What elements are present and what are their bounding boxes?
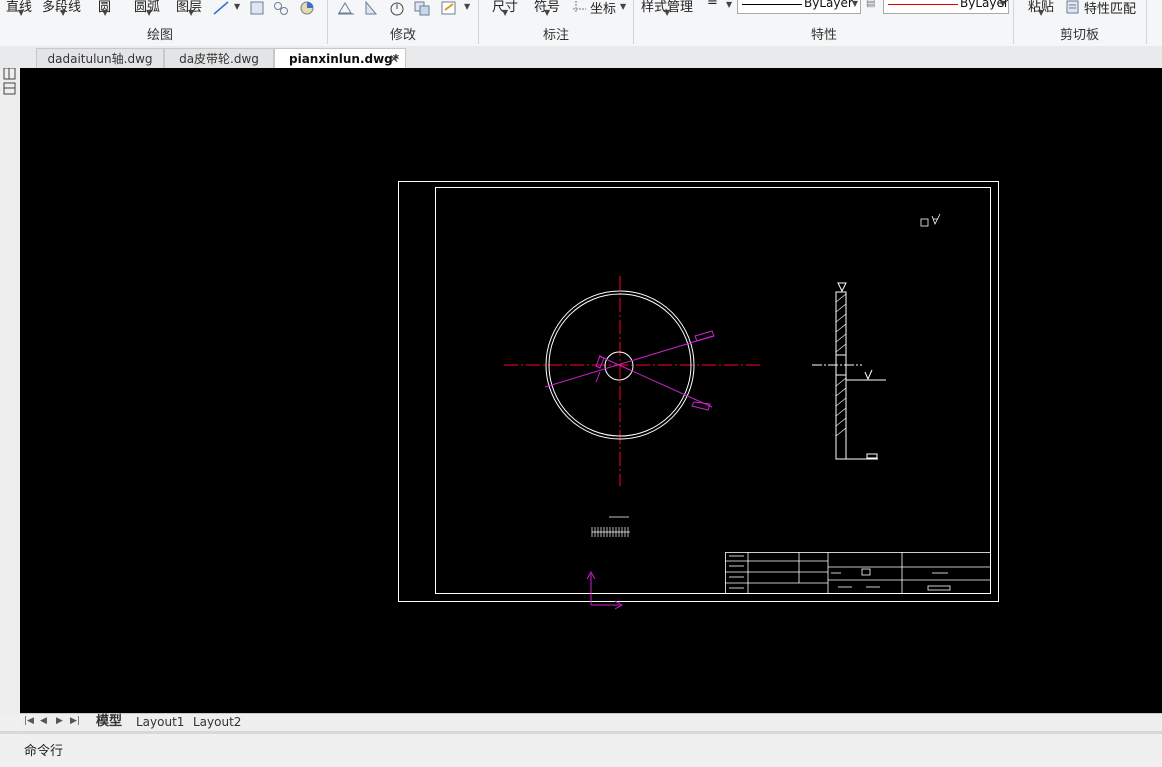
tab-model[interactable]: 模型 <box>96 714 122 731</box>
first-layout-icon[interactable]: |◀ <box>24 716 34 726</box>
color-dropdown[interactable]: ByLayer ▼ <box>883 0 1009 14</box>
tab-pianxinlun[interactable]: pianxinlun.dwg* ✕ <box>274 48 406 68</box>
chevron-down-icon[interactable]: ▼ <box>726 0 732 9</box>
tab-layout1[interactable]: Layout1 <box>136 714 184 731</box>
stretch-icon[interactable] <box>337 0 355 16</box>
copy-icon[interactable] <box>413 0 431 16</box>
tab-da-pidailun[interactable]: da皮带轮.dwg <box>164 48 274 68</box>
group-label-clipboard: 剪切板 <box>1060 28 1100 43</box>
outer-frame <box>398 181 999 602</box>
prev-layout-icon[interactable]: ◀ <box>40 716 47 726</box>
chevron-down-icon[interactable]: ▼ <box>464 2 470 11</box>
chevron-down-icon[interactable]: ▼ <box>188 8 194 17</box>
inner-frame <box>435 187 991 594</box>
hatch-icon[interactable] <box>272 0 290 16</box>
chevron-down-icon[interactable]: ▼ <box>102 8 108 17</box>
coordinate-icon[interactable] <box>572 0 590 15</box>
ucs-icon <box>586 570 624 610</box>
tab-dadaitulun[interactable]: dadaitulun轴.dwg <box>36 48 164 68</box>
match-properties-button[interactable]: 特性匹配 <box>1084 0 1136 17</box>
chevron-down-icon[interactable]: ▼ <box>620 2 626 11</box>
chevron-down-icon[interactable]: ▼ <box>664 8 670 17</box>
tab-label: dadaitulun轴.dwg <box>47 52 153 66</box>
chevron-down-icon[interactable]: ▼ <box>502 8 508 17</box>
technical-notes <box>591 516 630 537</box>
chevron-down-icon[interactable]: ▼ <box>18 8 24 17</box>
chevron-down-icon: ▼ <box>851 0 858 8</box>
close-icon[interactable]: ✕ <box>389 49 399 69</box>
color-icon: ▤ <box>866 0 876 9</box>
region-icon[interactable] <box>298 0 316 16</box>
layout-tabs: |◀ ◀ ▶ ▶| 模型 Layout1 Layout2 <box>20 713 1162 732</box>
linetype-dropdown[interactable]: ByLayer ▼ <box>737 0 861 14</box>
last-layout-icon[interactable]: ▶| <box>70 716 80 726</box>
rotate-icon[interactable] <box>388 0 406 16</box>
chevron-down-icon[interactable]: ▼ <box>146 8 152 17</box>
match-properties-icon[interactable] <box>1064 0 1082 15</box>
chevron-down-icon[interactable]: ▼ <box>234 2 240 11</box>
coordinate-button[interactable]: 坐标 <box>590 0 616 17</box>
drawing-canvas[interactable] <box>20 68 1162 713</box>
tab-label: pianxinlun.dwg* <box>289 52 400 66</box>
center-lines <box>504 276 762 486</box>
chevron-down-icon: ▼ <box>999 0 1006 8</box>
tab-layout2[interactable]: Layout2 <box>193 714 241 731</box>
linetype-value: ByLayer <box>804 0 853 10</box>
document-tabs: dadaitulun轴.dwg da皮带轮.dwg pianxinlun.dwg… <box>0 46 1162 68</box>
group-label-properties: 特性 <box>811 28 838 43</box>
group-label-modify: 修改 <box>390 28 417 43</box>
rectangle-icon[interactable] <box>248 0 266 16</box>
command-line[interactable]: 命令行 <box>0 731 1162 767</box>
mirror-icon[interactable] <box>362 0 380 16</box>
chevron-down-icon[interactable]: ▼ <box>544 8 550 17</box>
title-block <box>725 552 991 594</box>
tab-label: da皮带轮.dwg <box>179 52 259 66</box>
drawing-svg <box>398 181 999 610</box>
line-icon[interactable] <box>212 0 230 16</box>
properties-icon[interactable] <box>440 0 458 16</box>
chevron-down-icon[interactable]: ▼ <box>1038 8 1044 17</box>
dimension-lines <box>544 330 715 411</box>
roughness-symbol <box>920 213 941 227</box>
eccentric-wheel-side-view <box>812 282 886 460</box>
chevron-down-icon[interactable]: ▼ <box>60 8 66 17</box>
group-label-annotate: 标注 <box>543 28 570 43</box>
group-label-draw: 绘图 <box>147 28 174 43</box>
ribbon-panel: 直线 多段线 圆 圆弧 图层 ▼ ▼ ▼ ▼ ▼ ▼ ▼ 尺寸 ▼ 符号 ▼ 坐… <box>0 0 1162 47</box>
lineweight-button[interactable]: ≡ <box>707 0 718 9</box>
next-layout-icon[interactable]: ▶ <box>56 716 63 726</box>
command-line-label: 命令行 <box>24 744 64 759</box>
side-toolbar <box>0 46 20 716</box>
